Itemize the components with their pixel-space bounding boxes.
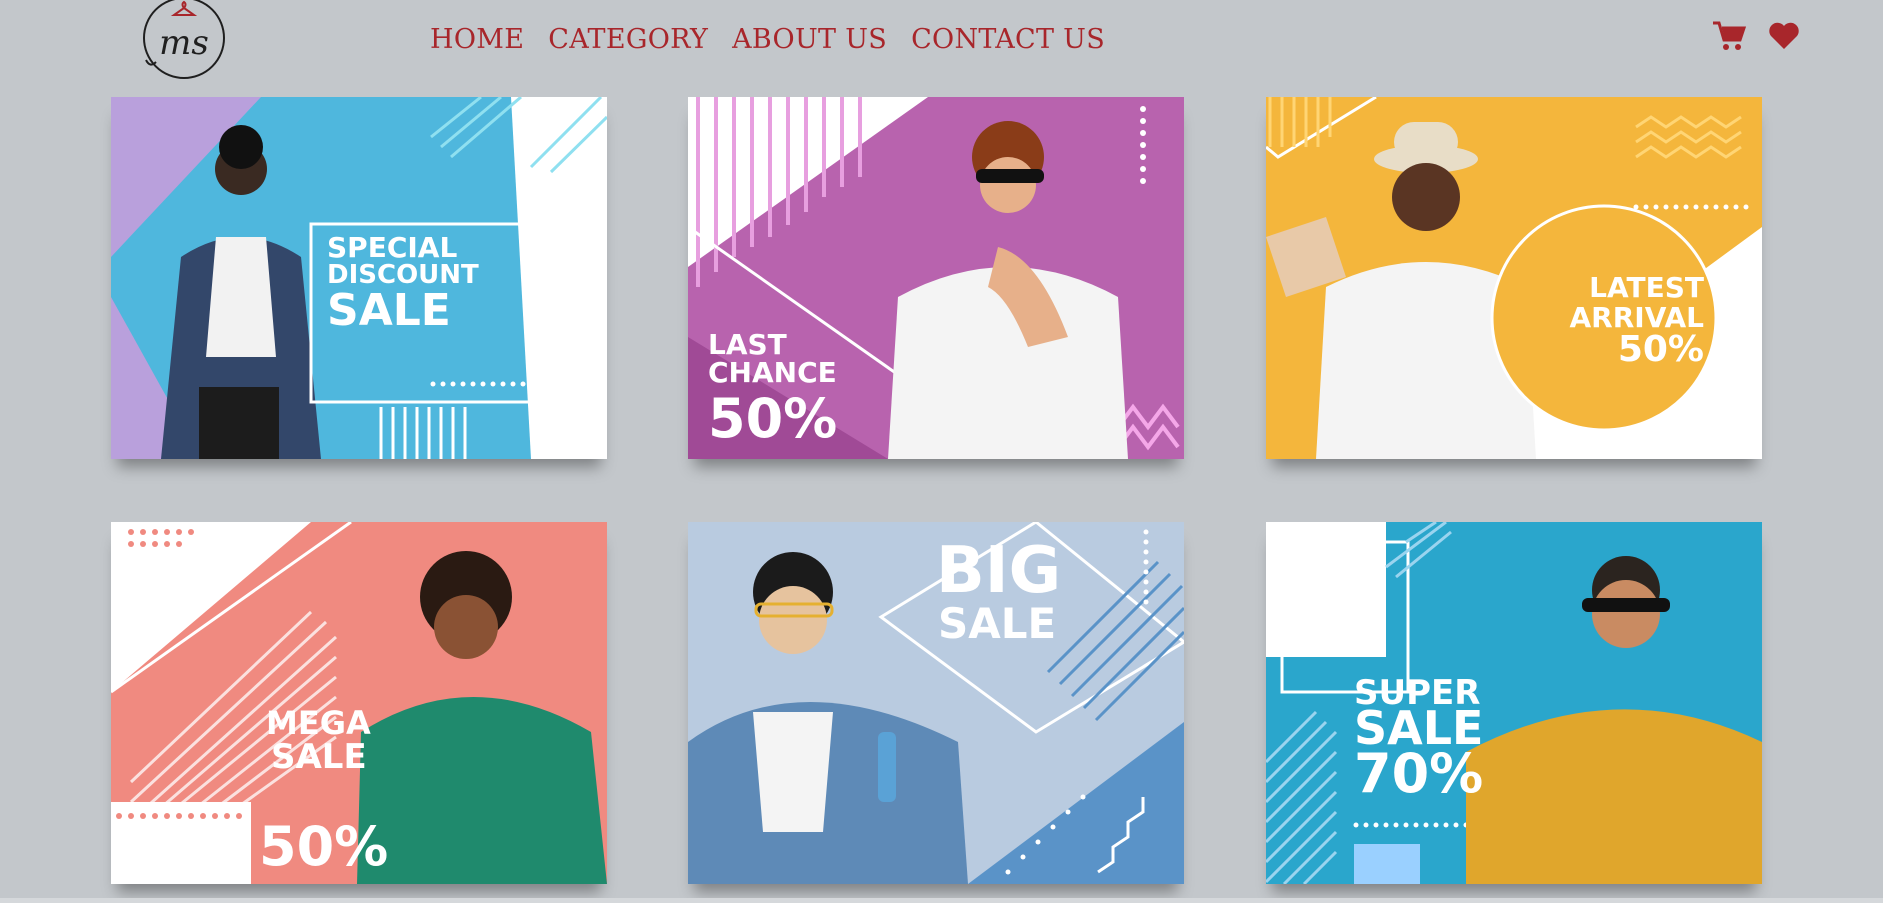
nav-home[interactable]: HOME xyxy=(430,18,524,62)
banner-big-sale[interactable]: BIG SALE xyxy=(688,522,1184,884)
site-header: ms HOME CATEGORY ABOUT US CONTACT US xyxy=(0,0,1883,82)
banner-4-line-2: SALE xyxy=(271,737,367,777)
banner-latest-arrival[interactable]: LATEST ARRIVAL 50% xyxy=(1266,97,1762,459)
banner-5-line-1: BIG xyxy=(936,534,1061,608)
nav-category[interactable]: CATEGORY xyxy=(548,18,708,62)
main-nav: HOME CATEGORY ABOUT US CONTACT US xyxy=(430,18,1129,62)
banner-3-line-1: LATEST xyxy=(1589,271,1704,304)
banner-5-line-2: SALE xyxy=(938,599,1056,648)
brand-logo[interactable]: ms xyxy=(140,0,228,82)
nav-contact-us[interactable]: CONTACT US xyxy=(911,18,1105,62)
banner-super-sale[interactable]: SUPER SALE 70% xyxy=(1266,522,1762,884)
bottom-edge xyxy=(0,898,1883,903)
banner-last-chance[interactable]: LAST CHANCE 50% xyxy=(688,97,1184,459)
banner-1-line-3: SALE xyxy=(327,285,451,336)
banner-mega-sale[interactable]: MEGA SALE 50% xyxy=(111,522,607,884)
logo-text: ms xyxy=(159,23,209,63)
banner-6-line-3: 70% xyxy=(1354,742,1483,805)
header-actions xyxy=(1712,20,1800,56)
banner-2-line-3: 50% xyxy=(708,387,837,450)
banner-2-line-2: CHANCE xyxy=(708,356,837,389)
cart-icon[interactable] xyxy=(1712,20,1747,57)
heart-icon[interactable] xyxy=(1768,21,1800,56)
banner-4-line-3: 50% xyxy=(259,815,388,878)
banner-3-line-3: 50% xyxy=(1618,329,1704,370)
banner-special-discount-sale[interactable]: SPECIAL DISCOUNT SALE xyxy=(111,97,607,459)
nav-about-us[interactable]: ABOUT US xyxy=(732,18,887,62)
